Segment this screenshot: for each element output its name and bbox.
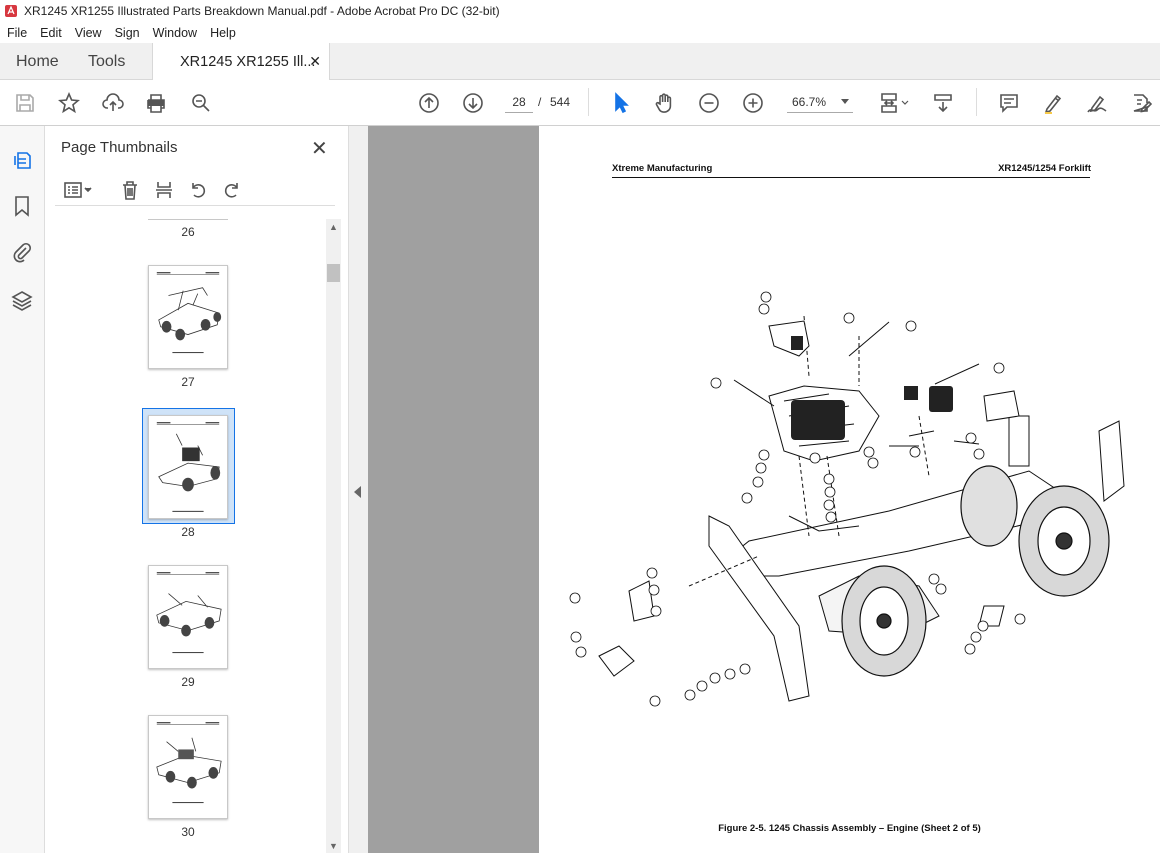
panel-title: Page Thumbnails [61,139,178,156]
page-preview-image [156,272,222,354]
menu-window[interactable]: Window [153,26,197,40]
page-preview-image [156,422,221,512]
chevron-down-icon [841,99,849,104]
highlight-pen-icon[interactable] [1040,90,1066,116]
upload-cloud-icon[interactable] [100,90,126,116]
thumbnail-label: 30 [181,825,195,839]
zoom-in-icon[interactable] [740,90,766,116]
acrobat-icon [5,5,17,17]
bookmarks-icon[interactable] [10,194,34,218]
rotate-counterclockwise-icon[interactable] [186,178,210,202]
thumbnail-label: 27 [181,375,195,389]
page-separator: / [538,95,542,109]
extract-page-icon[interactable] [152,178,176,202]
panel-splitter[interactable] [348,126,368,853]
navigation-rail [0,126,45,853]
toolbar [0,80,1160,126]
pdf-page: Xtreme Manufacturing XR1245/1254 Forklif… [539,126,1160,853]
scrollbar-thumb[interactable] [327,264,340,282]
page-preview-image [156,572,222,654]
menu-sign[interactable]: Sign [115,26,140,40]
scroll-down-icon[interactable]: ▼ [329,841,338,851]
print-icon[interactable] [143,90,169,116]
zoom-select[interactable]: 66.7% [787,91,853,113]
thumbnail-label: 26 [181,225,195,239]
menu-edit[interactable]: Edit [40,26,62,40]
thumbnail-label: 29 [181,675,195,689]
thumbnail-29[interactable] [148,565,228,669]
tab-document[interactable]: XR1245 XR1255 Ill... ✕ [152,43,330,81]
thumbnail-30[interactable] [148,715,228,819]
menu-bar: File Edit View Sign Window Help [0,22,1160,43]
window-title: XR1245 XR1255 Illustrated Parts Breakdow… [24,4,500,18]
previous-page-icon[interactable] [416,90,442,116]
edit-document-icon[interactable] [1128,90,1154,116]
document-viewer[interactable]: Xtreme Manufacturing XR1245/1254 Forklif… [368,126,1160,853]
thumbnail-28[interactable] [148,415,228,519]
layers-icon[interactable] [10,288,34,312]
sign-pen-icon[interactable] [1084,90,1110,116]
attachments-icon[interactable] [10,240,34,264]
page-number-input[interactable] [505,91,533,113]
page-header-right: XR1245/1254 Forklift [998,163,1091,174]
panel-toolbar [55,176,335,206]
chassis-engine-exploded-diagram [569,291,1125,716]
divider [588,88,589,116]
thumbnail-27[interactable] [148,265,228,369]
scroll-mode-icon[interactable] [930,90,956,116]
page-header-left: Xtreme Manufacturing [612,163,713,174]
scroll-up-icon[interactable]: ▲ [329,222,338,232]
comment-icon[interactable] [996,90,1022,116]
search-icon[interactable] [188,90,214,116]
thumbnail-label: 28 [181,525,195,539]
collapse-panel-icon[interactable] [354,486,361,498]
delete-page-icon[interactable] [118,178,142,202]
close-tab-icon[interactable]: ✕ [309,53,321,70]
tab-home[interactable]: Home [16,43,59,80]
thumbnail-scrollbar[interactable]: ▲ ▼ [326,219,341,853]
save-icon[interactable] [12,90,38,116]
menu-file[interactable]: File [7,26,27,40]
thumbnail-26-edge [148,218,228,220]
page-fit-icon[interactable] [876,90,912,116]
tab-document-label: XR1245 XR1255 Ill... [180,54,316,70]
zoom-value: 66.7% [792,94,827,109]
tab-tools[interactable]: Tools [88,43,125,80]
title-bar: XR1245 XR1255 Illustrated Parts Breakdow… [0,0,1160,22]
thumbnail-list: 26 27 28 29 30 [60,218,325,853]
menu-view[interactable]: View [75,26,102,40]
bookmark-star-icon[interactable] [56,90,82,116]
tab-bar: Home Tools XR1245 XR1255 Ill... ✕ [0,43,1160,81]
figure-caption: Figure 2-5. 1245 Chassis Assembly – Engi… [718,823,981,834]
next-page-icon[interactable] [460,90,486,116]
close-icon[interactable]: ✕ [311,136,328,161]
header-rule [612,177,1090,178]
hand-tool-icon[interactable] [652,90,678,116]
rotate-clockwise-icon[interactable] [220,178,244,202]
select-cursor-icon[interactable] [608,90,634,116]
page-thumbnails-icon[interactable] [10,148,34,172]
options-menu-icon[interactable] [60,178,96,202]
divider [976,88,977,116]
menu-help[interactable]: Help [210,26,236,40]
page-total: 544 [550,95,571,109]
zoom-out-icon[interactable] [696,90,722,116]
page-preview-image [156,722,222,804]
